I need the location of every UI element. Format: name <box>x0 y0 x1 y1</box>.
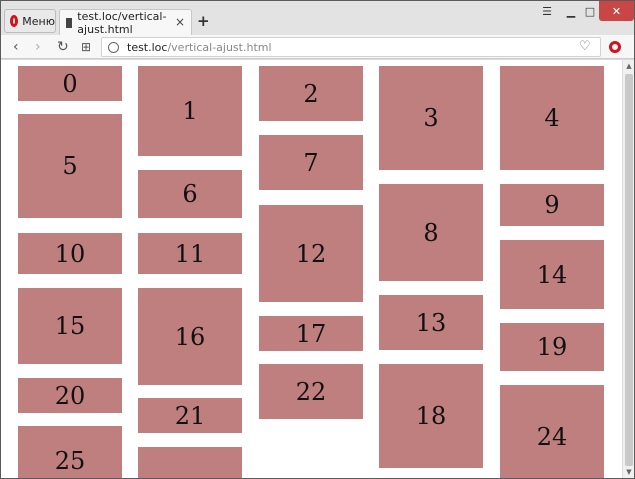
box-19: 19 <box>500 323 604 371</box>
opera-menu-button[interactable]: Меню <box>4 9 56 33</box>
menu-label: Меню <box>22 14 55 28</box>
box-14: 14 <box>500 240 604 309</box>
address-bar: ‹ › ↻ ⊞ test.loc/vertical-ajust.html ♡ <box>1 35 634 59</box>
url-field[interactable]: test.loc/vertical-ajust.html <box>101 37 601 57</box>
scroll-down-icon[interactable]: ▼ <box>623 466 635 478</box>
close-window-button[interactable]: ✕ <box>599 1 634 21</box>
box-16: 16 <box>138 288 242 385</box>
box-13: 13 <box>379 295 483 350</box>
globe-icon <box>108 41 119 53</box>
tab-active[interactable]: test.loc/vertical-ajust.html × <box>59 9 192 36</box>
scroll-up-icon[interactable]: ▲ <box>623 60 635 72</box>
document-icon <box>66 17 73 28</box>
forward-icon[interactable]: › <box>35 39 41 55</box>
browser-window: Меню test.loc/vertical-ajust.html × + ☰ … <box>0 0 635 479</box>
minimize-button[interactable]: ▁ <box>562 1 580 21</box>
box-8: 8 <box>379 184 483 281</box>
close-tab-icon[interactable]: × <box>175 15 185 29</box>
box-22: 22 <box>259 364 363 419</box>
opera-logo-icon <box>10 15 19 27</box>
page-viewport: 0 1 2 3 4 5 6 7 8 9 10 11 12 13 14 15 16… <box>1 60 622 478</box>
box-2: 2 <box>259 66 363 121</box>
url-path: /vertical-ajust.html <box>167 40 272 54</box>
title-bar: Меню test.loc/vertical-ajust.html × + ☰ … <box>1 1 634 36</box>
tab-menu-icon[interactable]: ☰ <box>538 1 556 21</box>
box-21: 21 <box>138 398 242 433</box>
box-9: 9 <box>500 184 604 226</box>
box-1: 1 <box>138 66 242 156</box>
box-7: 7 <box>259 135 363 190</box>
new-tab-button[interactable]: + <box>197 12 210 30</box>
box-20: 20 <box>18 378 122 413</box>
url-host: test.loc <box>127 40 168 54</box>
maximize-button[interactable]: □ <box>581 1 599 21</box>
scroll-thumb[interactable] <box>625 74 633 466</box>
box-0: 0 <box>18 66 122 101</box>
box-6: 6 <box>138 170 242 218</box>
speed-dial-icon[interactable]: ⊞ <box>81 40 91 54</box>
bookmark-heart-icon[interactable]: ♡ <box>579 39 591 54</box>
box-12: 12 <box>259 205 363 302</box>
back-icon[interactable]: ‹ <box>13 39 19 55</box>
vertical-scrollbar[interactable]: ▲ ▼ <box>622 60 634 478</box>
box-10: 10 <box>18 233 122 274</box>
box-4: 4 <box>500 66 604 170</box>
tab-title: test.loc/vertical-ajust.html <box>77 9 167 36</box>
box-24: 24 <box>500 385 604 478</box>
box-15: 15 <box>18 288 122 364</box>
opera-logo-icon[interactable] <box>609 41 621 53</box>
box-3: 3 <box>379 66 483 170</box>
box-25: 25 <box>18 426 122 478</box>
reload-icon[interactable]: ↻ <box>57 39 69 55</box>
box-17: 17 <box>259 316 363 351</box>
box-18: 18 <box>379 364 483 468</box>
box-26-partial <box>138 447 242 478</box>
box-5: 5 <box>18 114 122 218</box>
box-11: 11 <box>138 233 242 274</box>
